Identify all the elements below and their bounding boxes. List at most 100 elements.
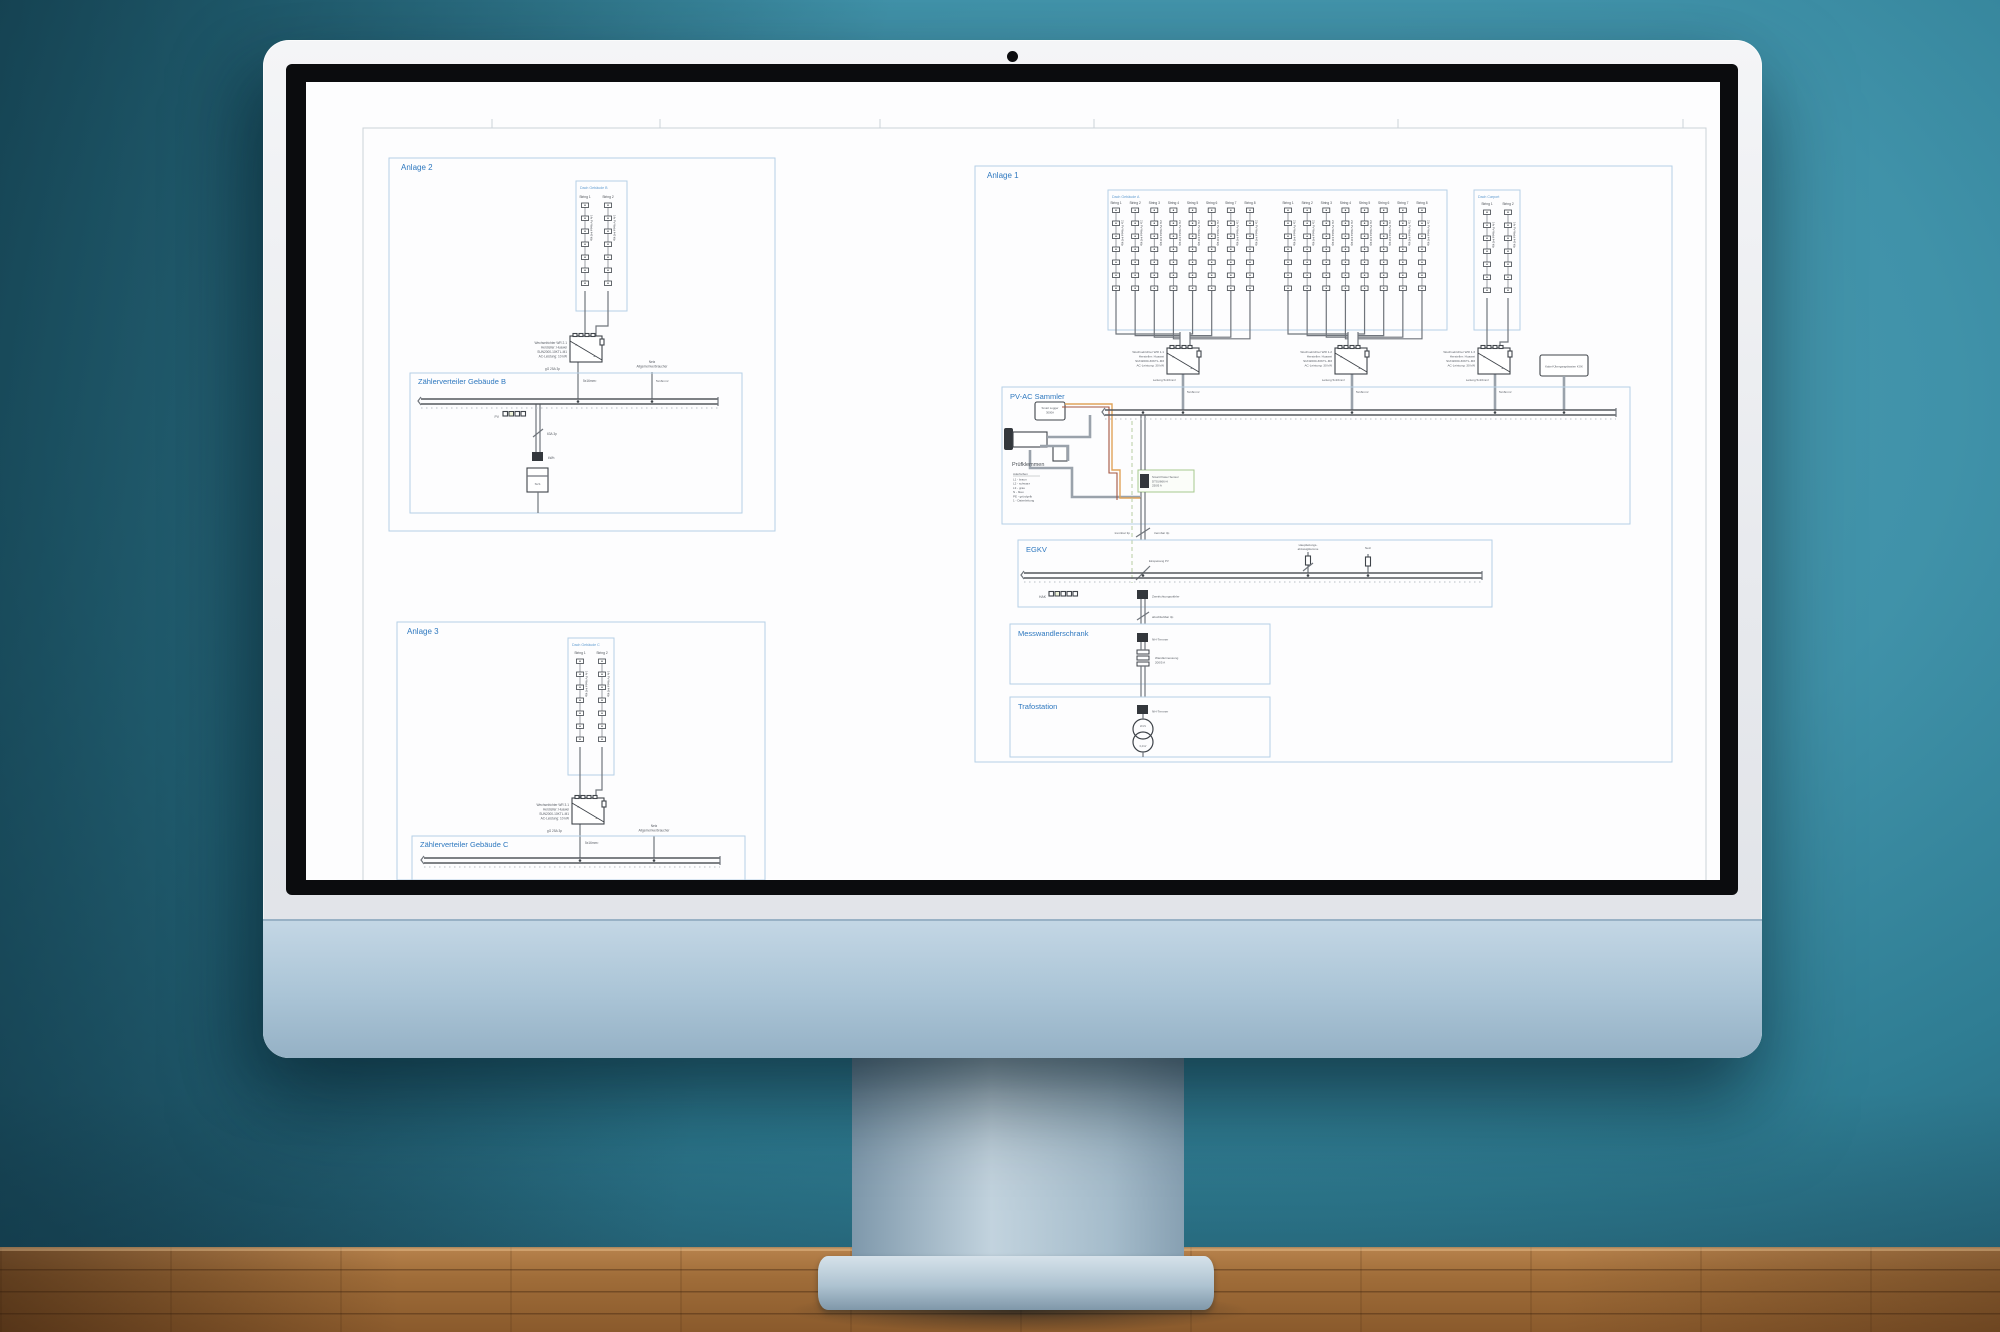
nh-trenner-icon xyxy=(1137,633,1148,642)
svg-text:Netz: Netz xyxy=(1365,546,1371,550)
svg-text:AC-Leistung: 30 kW: AC-Leistung: 30 kW xyxy=(1304,364,1332,368)
distribution-box-gebaeude-b: Zählerverteiler Gebäude B PV 63A 3p xyxy=(410,373,742,513)
svg-text:String 2: String 2 xyxy=(1502,202,1514,206)
legend-heading: Aderfarben xyxy=(1013,472,1028,476)
svg-text:String 5: String 5 xyxy=(1187,201,1199,205)
roof-title: Dach Carport xyxy=(1478,195,1499,199)
svg-text:String 1: String 1 xyxy=(579,195,591,199)
svg-text:3000A: 3000A xyxy=(1046,411,1054,415)
feed-label: Einspeisung PV xyxy=(1149,559,1169,563)
svg-text:Hersteller: Huawei: Hersteller: Huawei xyxy=(1307,355,1333,359)
imac-monitor: Anlage 2 Dach Gebäude B Wechselrichter W… xyxy=(263,40,1762,1058)
meter-icon xyxy=(532,452,543,461)
tap-netz: Netz xyxy=(1365,546,1371,573)
messwandler-box: Messwandlerschrank NH-Trenner Wandlermes… xyxy=(1010,624,1270,697)
link-switches: trennbar 3p trennbar 3p xyxy=(1115,524,1170,540)
svg-text:21x PV-Modul 440 Wp: 21x PV-Modul 440 Wp xyxy=(1293,220,1297,246)
feeder-label: Allgemeinverbraucher xyxy=(636,365,668,369)
svg-text:21x PV-Modul 440 Wp: 21x PV-Modul 440 Wp xyxy=(1426,220,1430,246)
nh-label: NH-Trenner xyxy=(1152,638,1168,642)
svg-text:21x PV-Modul 440 Wp: 21x PV-Modul 440 Wp xyxy=(1254,220,1258,246)
trafo-box: Trafostation NH-Trenner 20 kV 0,4 kV xyxy=(1010,697,1270,757)
svg-text:Leitung 5x16mm²: Leitung 5x16mm² xyxy=(1322,378,1345,382)
svg-text:String 6: String 6 xyxy=(1378,201,1390,205)
svg-text:21x PV-Modul 440 Wp: 21x PV-Modul 440 Wp xyxy=(1235,220,1239,246)
meter-icon xyxy=(1137,590,1148,599)
aux-device xyxy=(1053,446,1067,461)
svg-text:AC-Leistung: 30 kW: AC-Leistung: 30 kW xyxy=(1447,364,1475,368)
cable-label: 5x16mm² xyxy=(1356,390,1369,394)
hak-label: HAK xyxy=(1039,595,1047,599)
svg-text:20 kV: 20 kV xyxy=(1140,725,1147,728)
svg-text:250/5 A: 250/5 A xyxy=(1152,484,1162,488)
svg-text:String 6: String 6 xyxy=(1206,201,1218,205)
inverter-wr31: Wechselrichter WR 3.1 Hersteller: Huawei… xyxy=(536,803,569,821)
trafo-title: Trafostation xyxy=(1018,702,1057,711)
svg-text:14x PV-Modul 440 Wp: 14x PV-Modul 440 Wp xyxy=(1513,222,1517,248)
svg-text:String 1: String 1 xyxy=(1481,202,1493,206)
device-label: SLS xyxy=(535,482,541,486)
feeder-label: Netz xyxy=(649,360,656,364)
svg-text:String 2: String 2 xyxy=(602,195,614,199)
svg-text:String 5: String 5 xyxy=(1359,201,1371,205)
roof-title: Dach Gebäude A xyxy=(1112,195,1140,199)
cable-label: 5x16mm² xyxy=(656,379,669,383)
svg-text:Wechselrichter WR 1.2: Wechselrichter WR 1.2 xyxy=(1300,350,1332,354)
imac-chin xyxy=(263,919,1762,1058)
svg-text:AC-Leistung: 10 kW: AC-Leistung: 10 kW xyxy=(539,355,567,359)
svg-text:SUN2000-30KTL-M3: SUN2000-30KTL-M3 xyxy=(1446,359,1475,363)
svg-text:SUN2000-10KTL-M1: SUN2000-10KTL-M1 xyxy=(537,350,567,354)
svg-text:Kabel-Übergangskasten KÜK: Kabel-Übergangskasten KÜK xyxy=(1545,365,1583,369)
svg-text:String 7: String 7 xyxy=(1397,201,1409,205)
cable-label: 5x16mm² xyxy=(1499,390,1512,394)
svg-text:String 1: String 1 xyxy=(574,651,586,655)
svg-text:AC-Leistung: 30 kW: AC-Leistung: 30 kW xyxy=(1136,364,1164,368)
panel-title: Anlage 3 xyxy=(407,627,439,636)
distribution-title: Zählerverteiler Gebäude C xyxy=(420,840,509,849)
svg-text:String 2: String 2 xyxy=(1129,201,1141,205)
svg-text:21x PV-Modul 440 Wp: 21x PV-Modul 440 Wp xyxy=(1312,220,1316,246)
panel-title: Anlage 1 xyxy=(987,171,1019,180)
svg-text:Hersteller: Huawei: Hersteller: Huawei xyxy=(1139,355,1165,359)
egkv-title: EGKV xyxy=(1026,545,1047,554)
svg-text:String 3: String 3 xyxy=(1149,201,1161,205)
nh-label: NH-Trenner xyxy=(1152,710,1168,714)
switch-icon xyxy=(533,429,543,437)
svg-text:Hersteller: Huawei: Hersteller: Huawei xyxy=(543,808,569,812)
scene: Anlage 2 Dach Gebäude B Wechselrichter W… xyxy=(0,0,2000,1332)
connector-icon xyxy=(1004,428,1013,450)
svg-text:String 7: String 7 xyxy=(1225,201,1237,205)
svg-text:Wechselrichter WR 1.3: Wechselrichter WR 1.3 xyxy=(1443,350,1475,354)
imac-stand-base xyxy=(818,1256,1214,1310)
terminal-row xyxy=(1049,592,1078,597)
svg-text:String 2: String 2 xyxy=(596,651,608,655)
svg-text:Hersteller: Huawei: Hersteller: Huawei xyxy=(541,346,567,350)
camera-dot xyxy=(1007,51,1018,62)
svg-text:String 3: String 3 xyxy=(1321,201,1333,205)
distribution-title: Zählerverteiler Gebäude B xyxy=(418,377,506,386)
svg-text:SUN2000-10KTL-M1: SUN2000-10KTL-M1 xyxy=(539,812,569,816)
svg-text:21x PV-Modul 440 Wp: 21x PV-Modul 440 Wp xyxy=(1369,220,1373,246)
svg-text:14x PV-Modul 440 Wp: 14x PV-Modul 440 Wp xyxy=(1492,222,1496,248)
cable-label: 5x16mm² xyxy=(583,379,596,383)
svg-text:SUN2000-30KTL-M3: SUN2000-30KTL-M3 xyxy=(1303,359,1332,363)
pv-terminal-label: PV xyxy=(494,415,499,419)
svg-text:Smart Logger: Smart Logger xyxy=(1042,406,1059,410)
kuek-box: Kabel-Übergangskasten KÜK xyxy=(1540,355,1588,410)
ct-transformer-icon xyxy=(1137,650,1149,666)
legend-item: 1 - Datenleitung xyxy=(1013,499,1035,503)
svg-text:21x PV-Modul 440 Wp: 21x PV-Modul 440 Wp xyxy=(1331,220,1335,246)
svg-text:Wechselrichter WR 1.1: Wechselrichter WR 1.1 xyxy=(1132,350,1164,354)
svg-text:String 1: String 1 xyxy=(1282,201,1294,205)
svg-text:Leitung 5x16mm²: Leitung 5x16mm² xyxy=(1153,378,1176,382)
switch-label: abschließbar 3p xyxy=(1152,615,1174,619)
screen-bezel: Anlage 2 Dach Gebäude B Wechselrichter W… xyxy=(286,64,1738,895)
cable-label: 5x16mm² xyxy=(1187,390,1200,394)
inverter-wr21: Wechselrichter WR 2.1 Hersteller: Huawei… xyxy=(534,341,567,359)
svg-text:String 1: String 1 xyxy=(1110,201,1122,205)
svg-text:21x PV-Modul 440 Wp: 21x PV-Modul 440 Wp xyxy=(1407,220,1411,246)
svg-text:String 2: String 2 xyxy=(1301,201,1313,205)
electrical-schematic: Anlage 2 Dach Gebäude B Wechselrichter W… xyxy=(306,82,1720,880)
svg-text:String 4: String 4 xyxy=(1340,201,1352,205)
sls-device xyxy=(527,468,548,492)
